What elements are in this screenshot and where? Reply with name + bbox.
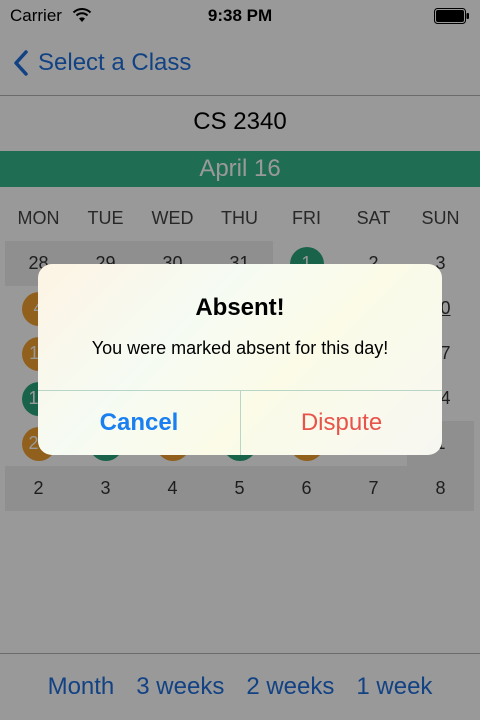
cancel-button[interactable]: Cancel [38, 391, 240, 455]
dispute-button[interactable]: Dispute [241, 391, 442, 455]
alert-title: Absent! [195, 294, 285, 321]
alert-message: You were marked absent for this day! [91, 338, 389, 358]
absent-alert-dialog: Absent! You were marked absent for this … [38, 264, 442, 455]
